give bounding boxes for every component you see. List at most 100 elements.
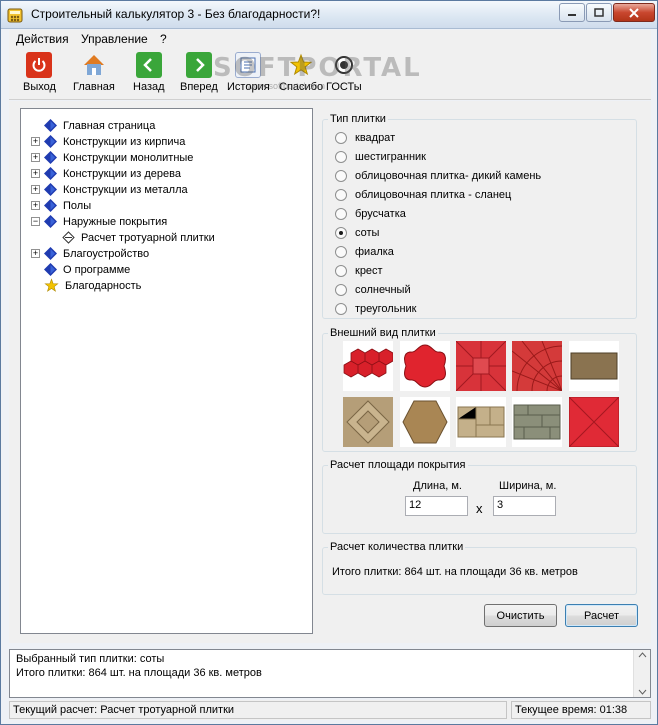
menu-help[interactable]: ? [160,32,167,46]
area-group: Расчет площади покрытия [322,459,637,534]
close-icon [629,7,639,18]
calculator-app-icon [7,8,23,23]
status-current-calc: Текущий расчет: Расчет тротуарной плитки [9,701,507,719]
menu-actions[interactable]: Действия [16,32,69,46]
hexagon-stone-tile[interactable] [400,397,450,447]
width-input[interactable]: 3 [493,496,556,516]
tree-item-label: О программе [63,263,131,276]
radio-cross[interactable]: крест [335,265,383,277]
scroll-down-icon[interactable] [634,687,651,697]
width-label: Ширина, м. [499,480,557,492]
expand-icon[interactable]: + [31,185,40,194]
radio-honeycomb[interactable]: соты [335,227,379,239]
tree-item-brick[interactable]: + Конструкции из кирпича [31,134,185,149]
wild-stone-tile[interactable] [456,397,506,447]
window-title: Строительный калькулятор 3 - Без благода… [31,7,321,21]
radio-paving-stone[interactable]: брусчатка [335,208,406,220]
tree-item-paving-calc[interactable]: Расчет тротуарной плитки [49,230,215,245]
tree-item-label: Главная страница [63,119,156,132]
collapse-icon[interactable]: − [31,217,40,226]
back-button[interactable]: Назад [133,52,165,98]
output-log[interactable]: Выбранный тип плитки: соты Итого плитки:… [9,649,651,698]
log-line: Выбранный тип плитки: соты [16,653,165,665]
maximize-button[interactable] [586,3,612,22]
triangle-tile[interactable] [569,397,619,447]
diamond-stone-tile[interactable] [343,397,393,447]
expand-icon[interactable]: + [31,249,40,258]
home-button[interactable]: Главная [73,52,115,98]
back-label: Назад [133,81,165,93]
tree-item-monolith[interactable]: + Конструкции монолитные [31,150,193,165]
calculate-button[interactable]: Расчет [565,604,638,627]
exit-label: Выход [23,81,56,93]
multiply-sign: x [476,501,483,516]
softportal-watermark: SOFTPORTAL [213,53,422,83]
blue-diamond-icon [44,263,57,276]
expand-icon[interactable]: + [31,169,40,178]
exit-button[interactable]: Выход [23,52,56,98]
flower-tile[interactable] [400,341,450,391]
radio-triangle[interactable]: треугольник [335,303,416,315]
appearance-legend: Внешний вид плитки [330,327,436,339]
status-current-time: Текущее время: 01:38 [511,701,651,719]
title-bar: Строительный калькулятор 3 - Без благода… [1,1,657,29]
tree-item-label: Конструкции из кирпича [63,135,186,148]
radio-label: облицовочная плитка- дикий камень [355,170,542,182]
radio-button-icon [335,170,347,182]
radio-button-icon [335,132,347,144]
tree-item-thanks[interactable]: Благодарность [31,278,141,293]
radio-label: треугольник [355,303,417,315]
radio-button-icon [335,284,347,296]
honeycomb-tile[interactable] [343,341,393,391]
radio-button-icon [335,303,347,315]
radio-sun[interactable]: солнечный [335,284,411,296]
cross-tile[interactable] [456,341,506,391]
length-input[interactable]: 12 [405,496,468,516]
radio-label: фиалка [355,246,394,258]
tree-item-metal[interactable]: + Конструкции из металла [31,182,188,197]
radio-hexagon[interactable]: шестигранник [335,151,426,163]
radio-button-icon [335,246,347,258]
radio-wild-stone[interactable]: облицовочная плитка- дикий камень [335,170,541,182]
home-label: Главная [73,81,115,93]
navigation-tree[interactable]: Главная страница + Конструкции из кирпич… [20,108,313,634]
tree-item-label: Расчет тротуарной плитки [81,231,215,244]
minimize-button[interactable] [559,3,585,22]
radio-square[interactable]: квадрат [335,132,395,144]
scroll-up-icon[interactable] [634,650,651,660]
radio-label: соты [355,227,380,239]
log-scrollbar[interactable] [633,650,650,697]
menu-control[interactable]: Управление [81,32,148,46]
radio-label: брусчатка [355,208,406,220]
tree-item-outdoor[interactable]: − Наружные покрытия [31,214,167,229]
brick-tile[interactable] [569,341,619,391]
quantity-legend: Расчет количества плитки [330,541,464,553]
expand-icon[interactable]: + [31,153,40,162]
blue-diamond-icon [44,151,57,164]
tile-type-legend: Тип плитки [330,113,386,125]
open-diamond-icon [62,231,75,244]
sun-tile[interactable] [512,341,562,391]
radio-slate[interactable]: облицовочная плитка - сланец [335,189,511,201]
expand-icon[interactable]: + [31,137,40,146]
tree-item-label: Наружные покрытия [63,215,168,228]
length-label: Длина, м. [413,480,462,492]
blue-diamond-icon [44,183,57,196]
radio-violet[interactable]: фиалка [335,246,394,258]
tree-item-label: Благодарность [65,279,142,292]
tree-item-about[interactable]: О программе [31,262,130,277]
tree-item-wood[interactable]: + Конструкции из дерева [31,166,181,181]
radio-label: облицовочная плитка - сланец [355,189,512,201]
tree-item-landscaping[interactable]: + Благоустройство [31,246,149,261]
close-button[interactable] [613,3,655,22]
slate-tile[interactable] [512,397,562,447]
expand-icon[interactable]: + [31,201,40,210]
tree-item-home[interactable]: Главная страница [31,118,155,133]
clear-button[interactable]: Очистить [484,604,557,627]
radio-label: квадрат [355,132,396,144]
radio-label: крест [355,265,383,277]
tree-item-floors[interactable]: + Полы [31,198,91,213]
forward-arrow-icon [185,52,212,78]
area-legend: Расчет площади покрытия [330,459,466,471]
radio-button-icon [335,208,347,220]
